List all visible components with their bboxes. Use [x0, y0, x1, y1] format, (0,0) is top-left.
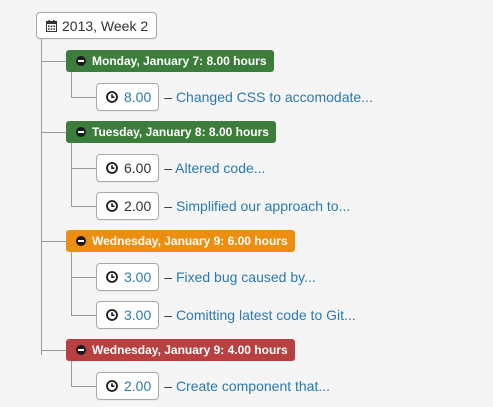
hours-value: 3.00 — [124, 269, 152, 285]
day-label: Tuesday, January 8: 8.00 hours — [92, 125, 269, 139]
separator-dash: – — [164, 89, 173, 105]
clock-icon — [106, 91, 118, 103]
tree-connector — [71, 315, 96, 316]
collapse-icon[interactable] — [76, 345, 86, 355]
entry-description-link[interactable]: – Changed CSS to accomodate... — [164, 89, 373, 105]
collapse-icon[interactable] — [76, 56, 86, 66]
tree-connector — [41, 241, 66, 242]
day-header[interactable]: Tuesday, January 8: 8.00 hours — [66, 121, 276, 143]
clock-icon — [106, 162, 118, 174]
week-label: 2013, Week 2 — [62, 17, 149, 34]
hours-value: 3.00 — [124, 307, 152, 323]
time-entry: 2.00– Simplified our approach to... — [96, 192, 350, 220]
day-header[interactable]: Monday, January 7: 8.00 hours — [66, 50, 274, 72]
day-label: Wednesday, January 9: 4.00 hours — [92, 343, 288, 357]
day-label: Monday, January 7: 8.00 hours — [92, 54, 267, 68]
tree-connector — [71, 168, 96, 169]
tree-connector — [71, 252, 72, 315]
time-entry: 2.00– Create component that... — [96, 372, 330, 400]
collapse-icon[interactable] — [76, 236, 86, 246]
tree-connector — [41, 132, 66, 133]
tree-connector — [71, 97, 96, 98]
clock-icon — [106, 309, 118, 321]
separator-dash: – — [164, 378, 173, 394]
tree-connector — [41, 61, 66, 62]
time-entry: 6.00– Altered code... — [96, 154, 265, 182]
time-entry: 3.00– Comitting latest code to Git... — [96, 301, 356, 329]
hours-button[interactable]: 2.00 — [96, 372, 160, 400]
separator-dash: – — [164, 198, 173, 214]
separator-dash: – — [164, 269, 173, 285]
hours-value: 2.00 — [124, 198, 152, 214]
tree-connector — [41, 39, 42, 355]
time-entry: 3.00– Fixed bug caused by... — [96, 263, 316, 291]
hours-value: 6.00 — [124, 160, 152, 176]
hours-button[interactable]: 2.00 — [96, 192, 160, 220]
entry-description: Altered code... — [175, 160, 266, 176]
collapse-icon[interactable] — [76, 127, 86, 137]
hours-value: 8.00 — [124, 89, 152, 105]
day-header[interactable]: Wednesday, January 9: 4.00 hours — [66, 339, 295, 361]
entry-description: Changed CSS to accomodate... — [175, 89, 373, 105]
tree-connector — [71, 206, 96, 207]
clock-icon — [106, 200, 118, 212]
hours-button[interactable]: 8.00 — [96, 83, 160, 111]
tree-connector — [71, 277, 96, 278]
entry-description: Simplified our approach to... — [175, 198, 351, 214]
hours-button[interactable]: 6.00 — [96, 154, 160, 182]
entry-description-link[interactable]: – Altered code... — [164, 160, 265, 176]
day-label: Wednesday, January 9: 6.00 hours — [92, 234, 288, 248]
entry-description-link[interactable]: – Create component that... — [164, 378, 330, 394]
day-header[interactable]: Wednesday, January 9: 6.00 hours — [66, 230, 295, 252]
entry-description-link[interactable]: – Comitting latest code to Git... — [164, 307, 355, 323]
separator-dash: – — [164, 160, 173, 176]
entry-description: Create component that... — [175, 378, 331, 394]
tree-connector — [71, 361, 72, 386]
tree-connector — [71, 143, 72, 206]
hours-value: 2.00 — [124, 378, 152, 394]
clock-icon — [106, 271, 118, 283]
tree-connector — [71, 386, 96, 387]
tree-connector — [71, 72, 72, 97]
time-entry: 8.00– Changed CSS to accomodate... — [96, 83, 373, 111]
separator-dash: – — [164, 307, 173, 323]
clock-icon — [106, 380, 118, 392]
hours-button[interactable]: 3.00 — [96, 301, 160, 329]
hours-button[interactable]: 3.00 — [96, 263, 160, 291]
tree-connector — [41, 350, 66, 351]
entry-description: Fixed bug caused by... — [175, 269, 316, 285]
entry-description: Comitting latest code to Git... — [175, 307, 356, 323]
calendar-icon — [46, 19, 57, 32]
timesheet-tree: 2013, Week 2 Monday, January 7: 8.00 hou… — [0, 0, 493, 407]
week-node[interactable]: 2013, Week 2 — [36, 12, 158, 39]
entry-description-link[interactable]: – Simplified our approach to... — [164, 198, 350, 214]
entry-description-link[interactable]: – Fixed bug caused by... — [164, 269, 316, 285]
